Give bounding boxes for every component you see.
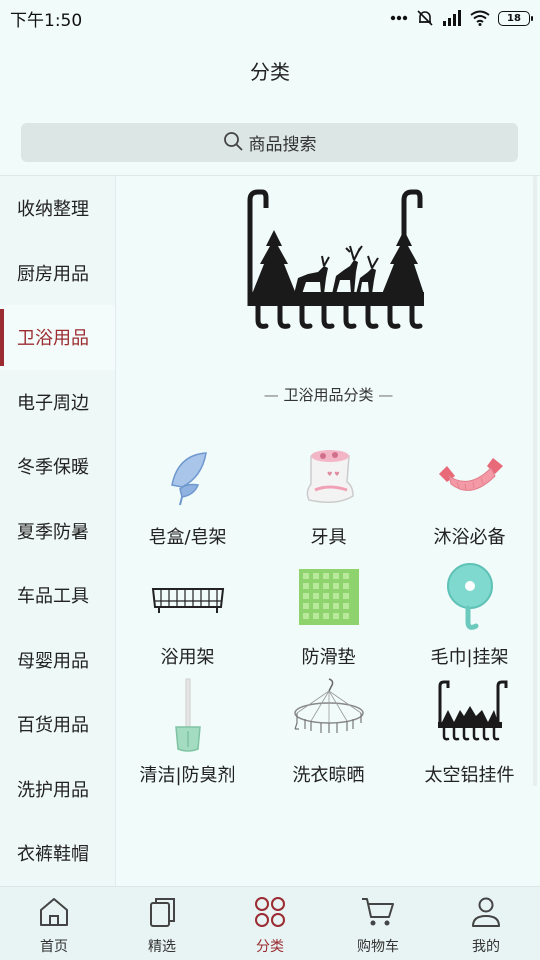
subcategory-label: 牙具 [310, 527, 347, 548]
home-icon [37, 896, 71, 932]
sidebar-item-label: 冬季保暖 [17, 457, 89, 479]
svg-text:♥ ♥: ♥ ♥ [327, 471, 340, 478]
page-title: 分类 [250, 60, 290, 84]
sidebar-item-kitchen[interactable]: 厨房用品 [0, 241, 115, 306]
subcategory-cleaning[interactable]: 清洁|防臭剂 [117, 678, 258, 789]
sidebar-item-label: 百货用品 [17, 715, 89, 737]
tab-label: 我的 [472, 939, 500, 955]
sidebar-item-label: 厨房用品 [17, 263, 89, 285]
sidebar-item-label: 电子周边 [17, 392, 89, 414]
subcategory-label: 浴用架 [160, 647, 215, 668]
signal-icon [442, 10, 462, 26]
category-sidebar: 收纳整理 厨房用品 卫浴用品 电子周边 冬季保暖 夏季防暑 车品工具 母婴用品 … [0, 176, 116, 886]
clothes-hanger-icon [289, 678, 369, 751]
subcategory-label: 洗衣晾晒 [292, 765, 365, 786]
sidebar-item-label: 卫浴用品 [17, 328, 89, 350]
tab-home[interactable]: 首页 [0, 887, 108, 960]
status-icons: 18 [390, 9, 533, 27]
sidebar-item-general[interactable]: 百货用品 [0, 692, 115, 757]
category-content: — 卫浴用品分类 — 皂盒/皂架 ♥ ♥ 牙具 沐浴必备 浴用架 防滑垫 毛巾|… [117, 176, 540, 886]
tab-profile[interactable]: 我的 [432, 887, 540, 960]
sidebar-item-car-tools[interactable]: 车品工具 [0, 563, 115, 628]
subcategory-label: 沐浴必备 [433, 527, 506, 548]
user-icon [469, 896, 503, 932]
sidebar-item-label: 衣裤鞋帽 [17, 844, 89, 866]
bath-strap-icon [430, 441, 510, 513]
anti-slip-mat-icon [289, 561, 369, 633]
subcategory-soap-dish[interactable]: 皂盒/皂架 [117, 441, 258, 551]
subcategory-anti-slip-mat[interactable]: 防滑垫 [258, 561, 399, 671]
sidebar-item-storage[interactable]: 收纳整理 [0, 176, 115, 241]
search-placeholder: 商品搜索 [248, 135, 317, 155]
subcategory-space-aluminum[interactable]: 太空铝挂件 [399, 679, 540, 789]
sidebar-item-electronics[interactable]: 电子周边 [0, 370, 115, 435]
towel-hook-icon [430, 561, 510, 633]
title-dash-left: — [263, 386, 284, 404]
sidebar-item-label: 车品工具 [17, 586, 89, 608]
tab-category[interactable]: 分类 [216, 887, 324, 960]
sidebar-item-summer[interactable]: 夏季防暑 [0, 499, 115, 564]
tab-label: 分类 [256, 939, 284, 955]
sidebar-item-apparel[interactable]: 衣裤鞋帽 [0, 821, 115, 886]
subcategory-towel-hook[interactable]: 毛巾|挂架 [399, 561, 540, 671]
subcategory-bath-rack[interactable]: 浴用架 [117, 561, 258, 671]
cleaning-brush-icon [148, 678, 228, 752]
tab-label: 购物车 [357, 939, 399, 955]
bottom-tab-bar: 首页 精选 分类 购物车 我的 [0, 886, 540, 960]
status-time: 下午1:50 [10, 10, 83, 31]
tab-label: 首页 [40, 939, 68, 955]
subcategory-label: 防滑垫 [301, 647, 356, 668]
section-title: — 卫浴用品分类 — [117, 384, 540, 405]
section-title-text: 卫浴用品分类 [283, 386, 374, 404]
subcategory-laundry[interactable]: 洗衣晾晒 [258, 678, 399, 789]
tab-featured[interactable]: 精选 [108, 887, 216, 960]
subcategory-toothbrush[interactable]: ♥ ♥ 牙具 [258, 441, 399, 551]
tab-label: 精选 [148, 939, 176, 955]
cart-icon [360, 896, 396, 932]
sidebar-item-label: 夏季防暑 [17, 521, 89, 543]
sidebar-item-baby[interactable]: 母婴用品 [0, 628, 115, 693]
content-scrollbar[interactable] [533, 176, 537, 786]
subcategory-label: 毛巾|挂架 [430, 647, 509, 668]
copy-icon [145, 896, 179, 932]
sidebar-item-personal-care[interactable]: 洗护用品 [0, 757, 115, 822]
sidebar-item-label: 收纳整理 [17, 199, 89, 221]
subcategory-bath-essentials[interactable]: 沐浴必备 [399, 441, 540, 551]
title-dash-right: — [373, 386, 394, 404]
grid-dots-icon [253, 896, 287, 932]
subcategory-label: 皂盒/皂架 [148, 527, 227, 548]
more-dots-icon [390, 15, 408, 21]
toothbrush-holder-icon: ♥ ♥ [289, 441, 369, 513]
door-hook-rack-icon [430, 679, 510, 751]
sidebar-item-winter[interactable]: 冬季保暖 [0, 434, 115, 499]
mute-bell-icon [416, 9, 434, 27]
subcategory-label: 清洁|防臭剂 [139, 765, 236, 786]
sidebar-item-bathroom[interactable]: 卫浴用品 [0, 305, 115, 370]
sidebar-item-label: 洗护用品 [17, 779, 89, 801]
status-bar: 下午1:50 18 [0, 0, 540, 36]
search-icon [223, 131, 243, 155]
subcategory-label: 太空铝挂件 [424, 765, 515, 786]
tab-cart[interactable]: 购物车 [324, 887, 432, 960]
sidebar-item-label: 母婴用品 [17, 650, 89, 672]
banner-image[interactable] [232, 186, 432, 346]
wifi-icon [470, 10, 490, 26]
search-input[interactable]: 商品搜索 [21, 123, 518, 162]
soap-dish-icon [148, 441, 228, 513]
bath-rack-icon [148, 561, 228, 633]
battery-icon: 18 [498, 10, 533, 26]
